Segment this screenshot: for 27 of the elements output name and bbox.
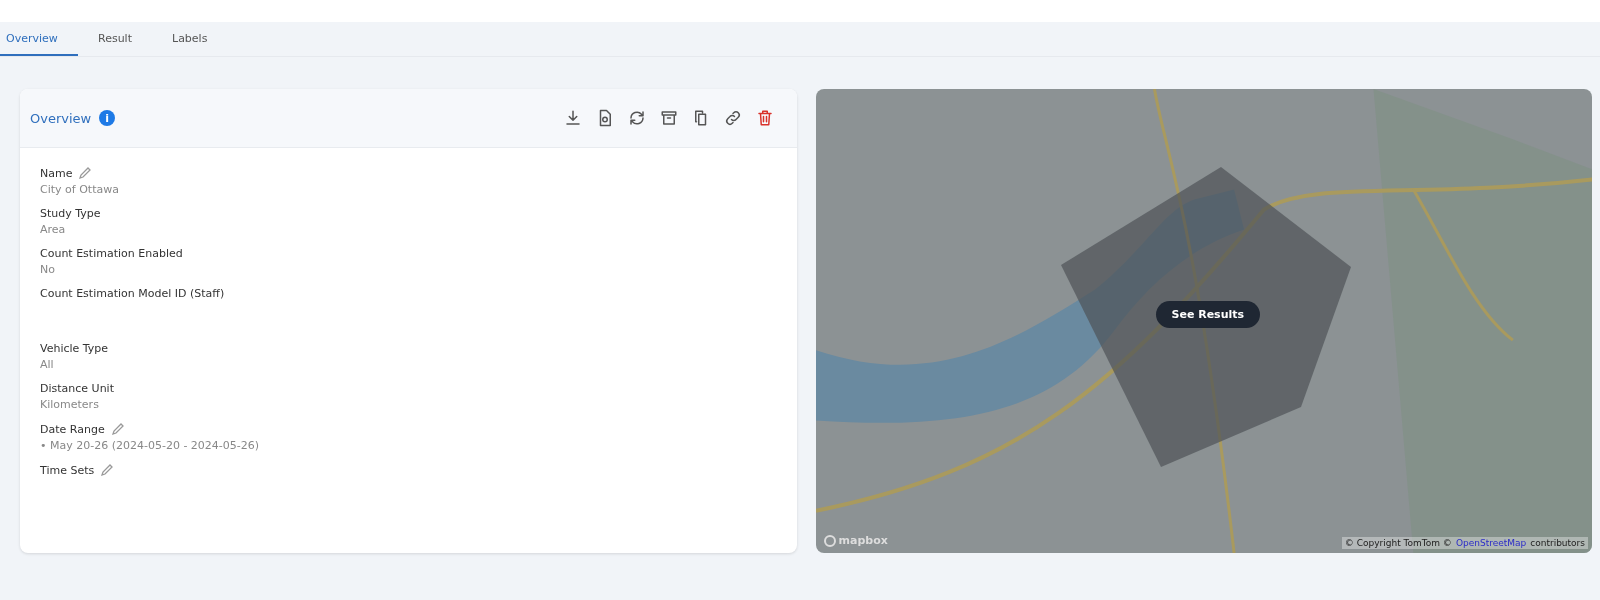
field-value: No xyxy=(40,263,56,276)
map-logo: mapbox xyxy=(823,534,888,547)
field-value: All xyxy=(40,358,55,371)
field-value: City of Ottawa xyxy=(40,183,120,196)
openstreetmap-link[interactable]: OpenStreetMap xyxy=(1455,538,1527,548)
field-value: Kilometers xyxy=(40,398,100,411)
tab[interactable]: Overview xyxy=(0,22,78,56)
field-label: Count Estimation Enabled xyxy=(40,247,183,260)
field-label: Distance Unit xyxy=(40,382,114,395)
field-label: Time Sets xyxy=(40,463,95,477)
tab[interactable]: Labels xyxy=(152,22,228,56)
field-label: Count Estimation Model ID (Staff) xyxy=(40,287,225,300)
tab[interactable]: Result xyxy=(78,22,152,56)
edit-icon[interactable] xyxy=(100,463,115,477)
map-attribution: © Copyright TomTom © xyxy=(1344,538,1452,548)
field-value: • May 20-26 (2024-05-20 - 2024-05-26) xyxy=(40,439,261,452)
edit-icon[interactable] xyxy=(78,166,93,180)
map-attribution: contributors xyxy=(1530,538,1585,548)
card-title: Overview xyxy=(30,110,92,126)
field-label: Date Range xyxy=(40,422,105,436)
field-label: Name xyxy=(40,166,73,180)
edit-icon[interactable] xyxy=(110,422,125,436)
info-icon[interactable]: i xyxy=(99,110,116,126)
see-results-button[interactable]: See Results xyxy=(1155,301,1261,328)
field-label: Study Type xyxy=(40,207,101,220)
field-value: Area xyxy=(40,223,67,236)
field-label: Vehicle Type xyxy=(40,342,109,355)
